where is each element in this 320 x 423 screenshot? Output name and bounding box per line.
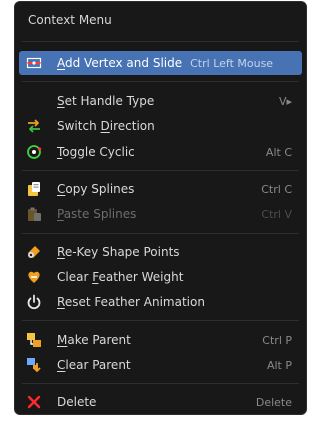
shortcut-label: Delete (255, 395, 292, 409)
menu-item-copy-splines[interactable]: Copy Splines Ctrl C (19, 177, 302, 201)
menu-item-label: Make Parent (57, 333, 131, 347)
separator (22, 170, 299, 171)
menu-item-label: Reset Feather Animation (57, 295, 205, 309)
shortcut-label: Alt C (265, 145, 292, 159)
menu-item-label: Re-Key Shape Points (57, 245, 180, 259)
shortcut-label: Ctrl C (261, 182, 292, 196)
blank-icon (26, 93, 42, 109)
menu-item-label: Clear Parent (57, 358, 131, 372)
shortcut-label: Alt P (266, 358, 292, 372)
shortcut-label: Ctrl P (262, 333, 292, 347)
separator (22, 383, 299, 384)
paste-icon (26, 206, 42, 222)
toggle-cyclic-icon (26, 144, 42, 160)
menu-item-label: Switch Direction (57, 119, 155, 133)
menu-title: Context Menu (28, 13, 112, 27)
menu-item-clear-parent[interactable]: Clear Parent Alt P (19, 353, 302, 377)
menu-item-make-parent[interactable]: Make Parent Ctrl P (19, 328, 302, 352)
menu-item-clear-feather-weight[interactable]: Clear Feather Weight (19, 265, 302, 289)
menu-item-label: Set Handle Type (57, 94, 155, 108)
menu-item-label: Copy Splines (57, 182, 135, 196)
menu-item-label: Clear Feather Weight (57, 270, 184, 284)
menu-item-label: Add Vertex and Slide (57, 56, 183, 70)
menu-item-label: Toggle Cyclic (57, 145, 135, 159)
copy-icon (26, 181, 42, 197)
shape-key-icon (26, 244, 42, 260)
menu-item-paste-splines[interactable]: Paste Splines Ctrl V (19, 202, 302, 226)
clear-feather-weight-icon (26, 269, 42, 285)
menu-item-label: Paste Splines (57, 207, 137, 221)
menu-item-reset-feather-animation[interactable]: Reset Feather Animation (19, 290, 302, 314)
separator (22, 41, 299, 42)
menu-item-set-handle-type[interactable]: Set Handle Type V▸ (19, 89, 302, 113)
context-menu: Context Menu Add Vertex and Slide Ctrl L… (14, 1, 307, 415)
make-parent-icon (26, 332, 42, 348)
power-icon (26, 294, 42, 310)
menu-item-re-key-shape-points[interactable]: Re-Key Shape Points (19, 240, 302, 264)
menu-item-switch-direction[interactable]: Switch Direction (19, 114, 302, 138)
shortcut-label: Ctrl Left Mouse (190, 56, 274, 70)
separator (22, 320, 299, 321)
submenu-arrow: V▸ (278, 94, 292, 108)
separator (22, 233, 299, 234)
shortcut-label: Ctrl V (261, 207, 292, 221)
clear-parent-icon (26, 357, 42, 373)
menu-item-label: Delete (57, 395, 97, 409)
add-vertex-slide-icon (26, 55, 42, 71)
switch-direction-icon (26, 118, 42, 134)
menu-item-toggle-cyclic[interactable]: Toggle Cyclic Alt C (19, 140, 302, 164)
delete-icon (26, 394, 42, 410)
separator (22, 81, 299, 82)
menu-item-delete[interactable]: Delete Delete (19, 390, 302, 414)
menu-item-add-vertex-and-slide[interactable]: Add Vertex and Slide Ctrl Left Mouse (19, 51, 302, 75)
